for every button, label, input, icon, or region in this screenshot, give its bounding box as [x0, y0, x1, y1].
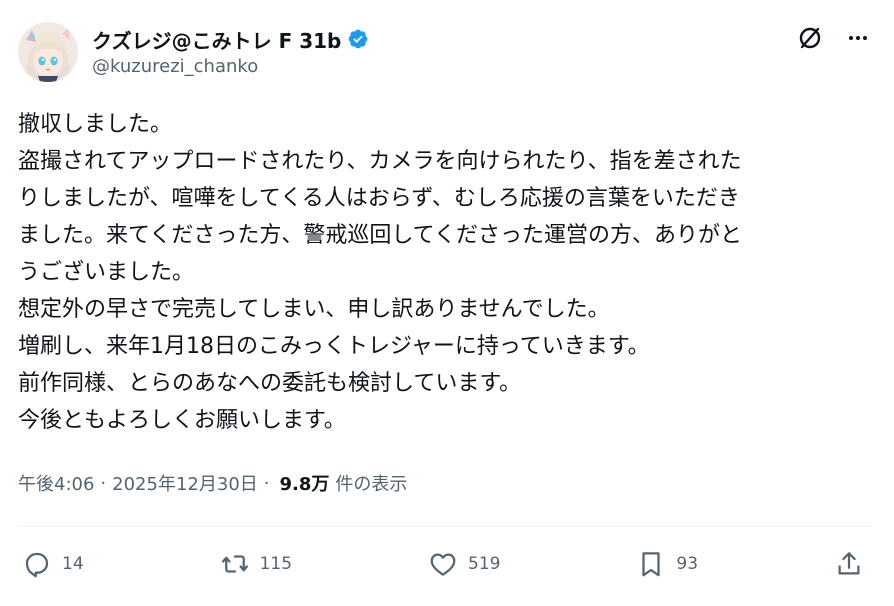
- verified-badge-icon: [347, 28, 369, 50]
- bookmark-button[interactable]: 93: [636, 549, 698, 579]
- post-line: ました。来てくださった方、警戒巡回してくださった運営の方、ありがと: [18, 223, 743, 248]
- post-line: 盗撮されてアップロードされたり、カメラを向けられたり、指を差された: [18, 149, 742, 174]
- display-name[interactable]: クズレジ@こみトレ F 31b: [92, 25, 341, 54]
- post-line: 想定外の早さで完売してしまい、申し訳ありませんでした。: [18, 297, 610, 322]
- post-time[interactable]: 午後4:06: [18, 470, 94, 496]
- views-count: 9.8万: [279, 474, 330, 495]
- divider: [18, 526, 872, 527]
- share-button[interactable]: [834, 549, 864, 579]
- author-block: クズレジ@こみトレ F 31b @kuzurezi_chanko: [92, 26, 369, 77]
- like-button[interactable]: 519: [428, 549, 500, 579]
- post-meta: 午後4:06 · 2025年12月30日 · 9.8万 件の表示: [18, 470, 407, 496]
- avatar[interactable]: [18, 22, 78, 82]
- repost-count: 115: [259, 554, 293, 574]
- reply-icon: [25, 552, 49, 578]
- post-line: りしましたが、喧嘩をしてくる人はおらず、むしろ応援の言葉をいただき: [18, 186, 740, 211]
- post-date[interactable]: 2025年12月30日: [112, 470, 258, 496]
- post-line: 撤収しました。: [18, 112, 173, 137]
- header-actions: [796, 24, 872, 52]
- post-line: うございました。: [18, 260, 195, 285]
- handle[interactable]: @kuzurezi_chanko: [92, 56, 369, 77]
- heart-icon: [430, 553, 456, 576]
- action-bar: 14 115 519 93: [22, 544, 864, 584]
- avatar-anime-girl-icon: [18, 22, 78, 82]
- like-count: 519: [468, 554, 501, 574]
- post-text: 撤収しました。 盗撮されてアップロードされたり、カメラを向けられたり、指を差され…: [18, 106, 878, 439]
- grok-icon[interactable]: [796, 24, 824, 52]
- post-line: 前作同様、とらのあなへの委託も検討しています。: [18, 371, 522, 396]
- bookmark-icon: [642, 552, 661, 577]
- bookmark-count: 93: [676, 554, 699, 574]
- reply-button[interactable]: 14: [22, 549, 84, 579]
- views-label: 件の表示: [335, 474, 408, 495]
- share-icon: [838, 552, 860, 575]
- reply-count: 14: [62, 554, 84, 574]
- post-line: 今後ともよろしくお願いします。: [18, 408, 346, 433]
- post-line: 増刷し、来年1月18日のこみっくトレジャーに持っていきます。: [18, 334, 650, 359]
- more-icon[interactable]: [844, 24, 872, 52]
- meta-separator: ·: [100, 472, 107, 494]
- tweet-card: クズレジ@こみトレ F 31b @kuzurezi_chanko 撤収しました。…: [0, 0, 894, 606]
- repost-icon: [221, 555, 248, 573]
- repost-button[interactable]: 115: [220, 549, 292, 579]
- meta-separator: ·: [263, 472, 270, 494]
